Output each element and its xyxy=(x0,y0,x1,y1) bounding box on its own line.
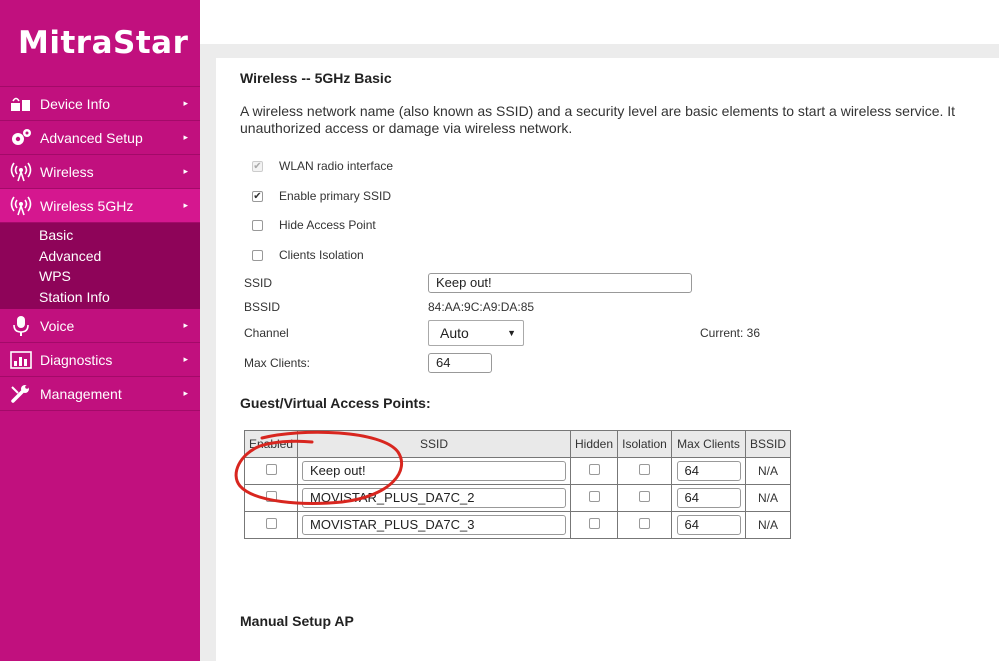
sidebar-item-label: Device Info xyxy=(40,95,111,112)
description-line: A wireless network name (also known as S… xyxy=(240,103,956,119)
sidebar-item-advanced-setup[interactable]: Advanced Setup ▸ xyxy=(0,121,200,155)
hide-access-point-option: Hide Access Point xyxy=(252,218,376,232)
guest-ssid-input[interactable]: Keep out! xyxy=(302,461,566,481)
description-line: unauthorized access or damage via wirele… xyxy=(240,120,573,136)
clients-isolation-checkbox[interactable] xyxy=(252,249,263,261)
max-clients-label: Max Clients: xyxy=(244,356,311,370)
dropdown-caret-icon: ▼ xyxy=(507,328,516,338)
option-label: Enable primary SSID xyxy=(279,189,392,203)
enabled-checkbox[interactable] xyxy=(265,518,277,529)
ssid-label: SSID xyxy=(244,276,273,290)
chevron-right-icon: ▸ xyxy=(183,388,188,398)
isolation-checkbox[interactable] xyxy=(639,491,650,502)
option-label: WLAN radio interface xyxy=(279,159,394,173)
chevron-right-icon: ▸ xyxy=(183,98,188,108)
table-row: Keep out! 64 N/A xyxy=(244,457,791,485)
submenu-item-station-info[interactable]: Station Info xyxy=(0,287,200,308)
content-frame-top xyxy=(200,44,999,58)
isolation-checkbox[interactable] xyxy=(639,464,650,475)
guest-access-points-title: Guest/Virtual Access Points: xyxy=(240,395,431,411)
channel-label: Channel xyxy=(244,326,289,340)
enabled-checkbox[interactable] xyxy=(265,491,277,502)
bssid-label: BSSID xyxy=(244,300,281,314)
ssid-input[interactable]: Keep out! xyxy=(428,273,692,293)
chevron-right-icon: ▸ xyxy=(183,354,188,364)
wrench-icon xyxy=(9,384,33,404)
chevron-right-icon: ▸ xyxy=(183,166,188,176)
sidebar-item-management[interactable]: Management ▸ xyxy=(0,377,200,411)
guest-max-clients-input[interactable]: 64 xyxy=(676,515,741,535)
top-header-band xyxy=(200,0,999,45)
isolation-checkbox[interactable] xyxy=(639,518,650,529)
column-header: Max Clients xyxy=(671,430,746,458)
table-row: MOVISTAR_PLUS_DA7C_2 64 N/A xyxy=(244,484,791,512)
table-row: MOVISTAR_PLUS_DA7C_3 64 N/A xyxy=(244,511,791,539)
chevron-right-icon: ▸ xyxy=(183,132,188,142)
wireless-5ghz-submenu: Basic Advanced WPS Station Info xyxy=(0,223,200,309)
submenu-item-advanced[interactable]: Advanced xyxy=(0,246,200,267)
sidebar-item-voice[interactable]: Voice ▸ xyxy=(0,309,200,343)
column-header: Isolation xyxy=(617,430,672,458)
sidebar-item-wireless[interactable]: Wireless ▸ xyxy=(0,155,200,189)
chevron-right-icon: ▸ xyxy=(183,200,188,210)
sidebar-item-label: Voice xyxy=(40,317,75,334)
sidebar-item-label: Wireless xyxy=(40,163,94,180)
column-header: Enabled xyxy=(244,430,298,458)
main-content: Wireless -- 5GHz Basic A wireless networ… xyxy=(216,58,999,661)
table-header-row: Enabled SSID Hidden Isolation Max Client… xyxy=(244,430,791,458)
guest-bssid: N/A xyxy=(745,511,791,539)
channel-select[interactable]: Auto ▼ xyxy=(428,320,524,346)
wireless-icon xyxy=(9,196,33,216)
max-clients-input[interactable]: 64 xyxy=(428,353,492,373)
hide-access-point-checkbox[interactable] xyxy=(252,219,263,231)
sidebar-item-label: Advanced Setup xyxy=(40,129,143,146)
hidden-checkbox[interactable] xyxy=(588,491,600,502)
hidden-checkbox[interactable] xyxy=(588,464,600,475)
sidebar-item-label: Wireless 5GHz xyxy=(40,197,134,214)
sidebar-item-device-info[interactable]: Device Info ▸ xyxy=(0,87,200,121)
option-label: Hide Access Point xyxy=(279,218,376,232)
sidebar: MitraStar Device Info ▸ Advanced Setup ▸… xyxy=(0,0,200,661)
guest-bssid: N/A xyxy=(745,484,791,512)
sidebar-item-wireless-5ghz[interactable]: Wireless 5GHz ▸ xyxy=(0,189,200,223)
chevron-right-icon: ▸ xyxy=(183,320,188,330)
wireless-icon xyxy=(9,162,33,182)
enabled-checkbox[interactable] xyxy=(265,464,277,475)
sidebar-item-label: Management xyxy=(40,385,122,402)
guest-max-clients-input[interactable]: 64 xyxy=(676,488,741,508)
enable-primary-ssid-checkbox[interactable]: ✔ xyxy=(252,190,263,202)
column-header: SSID xyxy=(297,430,571,458)
sidebar-item-diagnostics[interactable]: Diagnostics ▸ xyxy=(0,343,200,377)
mitrastar-logo: MitraStar xyxy=(0,0,200,87)
column-header: Hidden xyxy=(570,430,618,458)
hidden-checkbox[interactable] xyxy=(588,518,600,529)
current-channel: Current: 36 xyxy=(700,326,761,340)
guest-ssid-input[interactable]: MOVISTAR_PLUS_DA7C_3 xyxy=(302,515,566,535)
option-label: Clients Isolation xyxy=(279,248,364,262)
enable-primary-ssid-option: ✔ Enable primary SSID xyxy=(252,189,391,203)
channel-value: Auto xyxy=(440,325,469,341)
chart-icon xyxy=(9,350,33,370)
wlan-radio-option: ✔ WLAN radio interface xyxy=(252,159,393,173)
submenu-item-basic[interactable]: Basic xyxy=(0,225,200,246)
sidebar-item-label: Diagnostics xyxy=(40,351,113,368)
manual-setup-ap-title: Manual Setup AP xyxy=(240,613,354,629)
submenu-item-wps[interactable]: WPS xyxy=(0,266,200,287)
column-header: BSSID xyxy=(745,430,791,458)
page-description: A wireless network name (also known as S… xyxy=(240,103,999,137)
gears-icon xyxy=(9,128,33,148)
page-title: Wireless -- 5GHz Basic xyxy=(240,70,392,86)
bssid-value: 84:AA:9C:A9:DA:85 xyxy=(428,300,535,314)
guest-ssid-input[interactable]: MOVISTAR_PLUS_DA7C_2 xyxy=(302,488,566,508)
guest-max-clients-input[interactable]: 64 xyxy=(676,461,741,481)
device-info-icon xyxy=(9,94,33,114)
microphone-icon xyxy=(9,315,33,336)
guest-bssid: N/A xyxy=(745,457,791,485)
clients-isolation-option: Clients Isolation xyxy=(252,248,364,262)
guest-access-points-table: Enabled SSID Hidden Isolation Max Client… xyxy=(244,430,791,539)
wlan-radio-checkbox[interactable]: ✔ xyxy=(252,160,263,172)
content-frame-left xyxy=(200,44,216,661)
